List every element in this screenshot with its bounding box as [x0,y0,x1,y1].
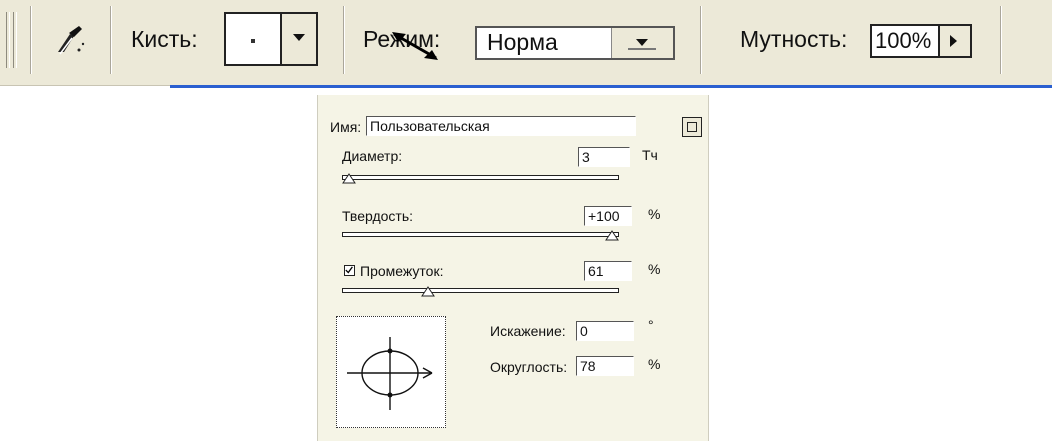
tile-icon [687,122,697,132]
spacing-slider-thumb[interactable] [420,286,435,297]
diameter-slider-thumb[interactable] [342,173,356,184]
hardness-unit: % [648,206,661,222]
brush-tool-icon[interactable] [52,22,88,58]
name-label: Имя: [330,119,362,135]
spacing-unit: % [648,261,661,277]
mode-value: Норма [487,29,558,55]
options-toolbar: Кисть: Режим: Норма Мутность: 100% [0,0,1052,88]
spacing-label: Промежуток: [360,263,444,279]
toolbar-highlight [170,85,1052,88]
hardness-slider-thumb[interactable] [605,230,619,241]
toolbar-grip[interactable] [13,12,17,68]
roundness-input[interactable]: 78 [576,356,634,376]
toolbar-separator [700,6,702,74]
hardness-input[interactable]: +100 [584,206,632,226]
name-input[interactable]: Пользовательская [366,116,636,136]
diameter-slider-track[interactable] [342,175,619,180]
roundness-unit: % [648,356,661,372]
roundness-label: Округлость: [490,359,568,375]
opacity-input[interactable]: 100% [870,24,940,58]
brush-dot [251,39,255,43]
brush-preview-field[interactable] [224,12,280,66]
check-icon [345,266,353,274]
mode-dropdown-button[interactable] [611,28,673,58]
hardness-slider-track[interactable] [342,232,619,237]
resize-cursor-icon [392,32,438,60]
toolbar-separator [1000,6,1002,74]
brush-shape-preview[interactable] [336,316,446,428]
toolbar-grip[interactable] [6,12,10,68]
angle-unit: ° [648,317,654,333]
mode-select[interactable]: Норма [475,26,675,60]
spacing-input[interactable]: 61 [584,261,632,281]
diameter-label: Диаметр: [342,148,403,164]
diameter-input[interactable]: 3 [578,147,630,167]
brush-dropdown-button[interactable] [280,12,318,66]
angle-input[interactable]: 0 [576,321,634,341]
chevron-down-icon [293,34,305,41]
new-brush-button[interactable] [682,117,702,137]
spacing-slider-track[interactable] [342,288,619,293]
opacity-label: Мутность: [740,26,848,52]
dropdown-underline [628,48,656,50]
opacity-slider-button[interactable] [938,24,972,58]
chevron-right-icon [950,35,957,47]
toolbar-separator [30,6,32,74]
diameter-unit: Тч [642,147,658,163]
brush-options-panel: Имя: Пользовательская Диаметр: 3 Тч Твер… [317,95,709,441]
toolbar-separator [343,6,345,74]
brush-ellipse-icon [347,337,433,410]
spacing-checkbox[interactable] [344,265,355,276]
brush-label: Кисть: [131,26,198,52]
hardness-label: Твердость: [342,208,414,224]
chevron-down-icon [636,39,648,46]
angle-label: Искажение: [490,323,566,339]
toolbar-separator [110,6,112,74]
